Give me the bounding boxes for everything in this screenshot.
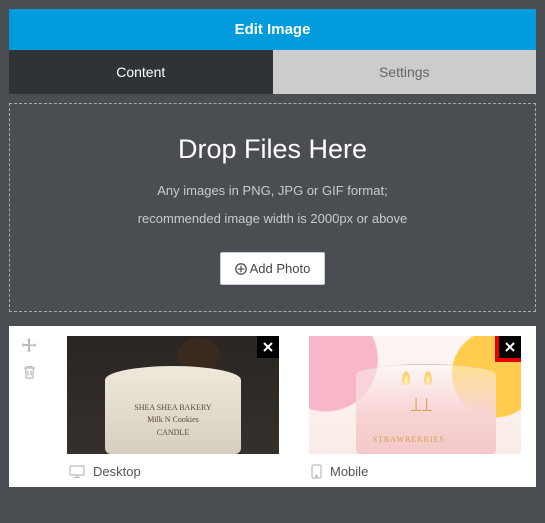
file-dropzone[interactable]: Drop Files Here Any images in PNG, JPG o… — [9, 103, 536, 312]
thumbnail-mobile: ⟘⟘ Mobile — [309, 336, 521, 479]
candle-flames — [402, 371, 432, 385]
tab-settings[interactable]: Settings — [273, 50, 537, 94]
tab-content[interactable]: Content — [9, 50, 273, 94]
thumbnail-label: Mobile — [330, 464, 368, 479]
mobile-icon — [311, 464, 322, 479]
close-icon — [505, 342, 515, 352]
close-icon — [263, 342, 273, 352]
modal-title: Edit Image — [235, 21, 311, 38]
plus-circle-icon — [235, 263, 247, 275]
thumbnail-label: Desktop — [93, 464, 141, 479]
thumbnail-image[interactable]: ⟘⟘ — [309, 336, 521, 454]
tab-bar: Content Settings — [9, 50, 536, 94]
thumbnail-label-row: Mobile — [309, 454, 521, 479]
modal-header: Edit Image — [9, 9, 536, 50]
trash-icon[interactable] — [22, 364, 37, 380]
thumbnail-label-row: Desktop — [67, 454, 279, 479]
gallery-tools — [9, 326, 49, 479]
dropzone-recommendation: recommended image width is 2000px or abo… — [30, 211, 515, 226]
thumbnail-desktop: Desktop — [67, 336, 279, 479]
remove-thumbnail-button[interactable] — [495, 336, 521, 362]
content-panel: Drop Files Here Any images in PNG, JPG o… — [9, 103, 536, 326]
desktop-icon — [69, 465, 85, 478]
thumbnail-gallery: Desktop ⟘⟘ Mobile — [9, 326, 536, 487]
move-icon[interactable] — [21, 338, 37, 354]
thumbnail-row: Desktop ⟘⟘ Mobile — [49, 326, 536, 479]
thumbnail-image[interactable] — [67, 336, 279, 454]
dropzone-subtitle: Any images in PNG, JPG or GIF format; — [30, 181, 515, 201]
add-photo-button[interactable]: Add Photo — [220, 252, 326, 285]
remove-thumbnail-button[interactable] — [257, 336, 279, 358]
candle-logo: ⟘⟘ — [411, 395, 432, 416]
dropzone-title: Drop Files Here — [30, 134, 515, 165]
